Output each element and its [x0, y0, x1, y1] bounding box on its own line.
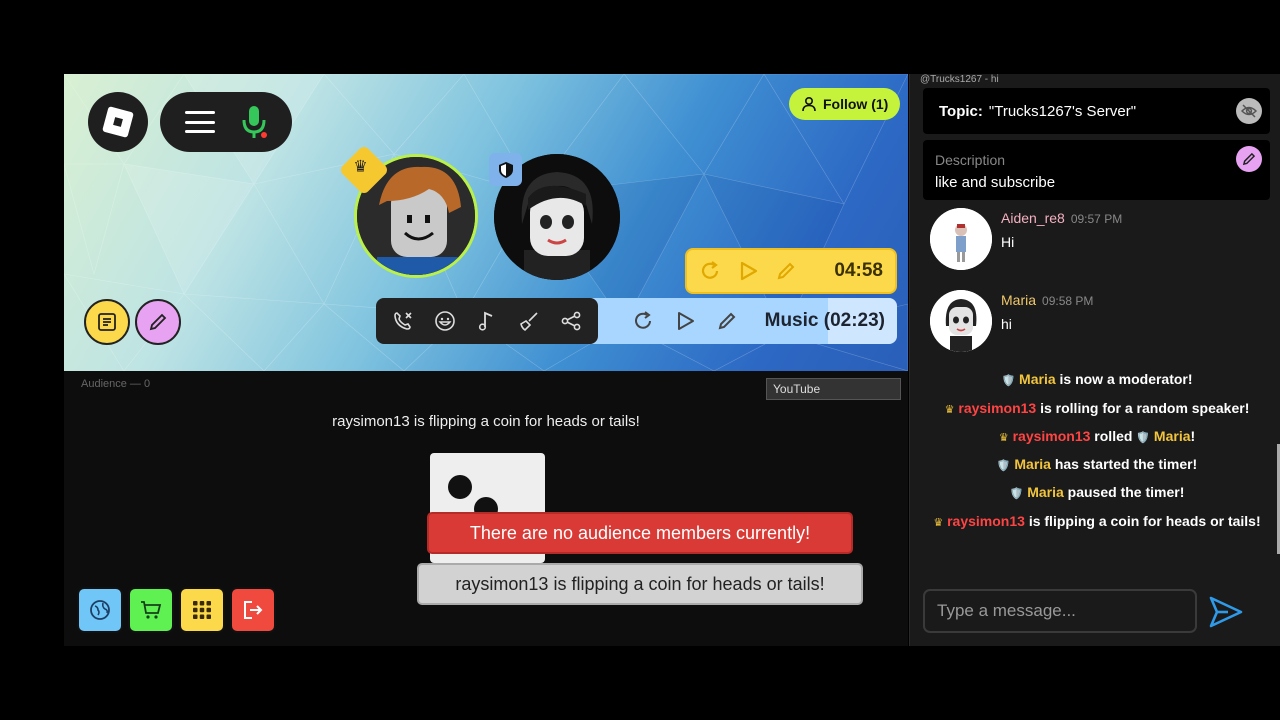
- app-frame: Follow (1) ♛ 04:58 Music (02:23) Audienc…: [0, 0, 1280, 720]
- shield-icon: 🛡️: [1001, 375, 1016, 387]
- cart-icon: [141, 601, 162, 619]
- system-message: 🛡️ Maria is now a moderator!: [1001, 371, 1193, 387]
- music-play-icon[interactable]: [674, 310, 696, 332]
- audience-area: Audience — 0 YouTube raysimon13 is flipp…: [64, 371, 908, 646]
- timer-panel: 04:58: [685, 248, 897, 294]
- leave-button[interactable]: [230, 587, 276, 633]
- grid-icon: [193, 601, 211, 619]
- music-note-icon[interactable]: [476, 310, 498, 332]
- youtube-input[interactable]: YouTube: [766, 378, 901, 400]
- globe-button[interactable]: [77, 587, 123, 633]
- globe-icon: [90, 600, 110, 620]
- chat-preview-text: - hi: [982, 74, 999, 85]
- crown-icon: ♛: [933, 517, 944, 529]
- emoji-icon[interactable]: [434, 310, 456, 332]
- hamburger-menu-icon[interactable]: [185, 111, 215, 133]
- edit-description-button[interactable]: [1236, 146, 1262, 172]
- shield-icon: 🛡️: [1009, 488, 1024, 500]
- description-panel: Description like and subscribe: [923, 140, 1270, 200]
- avatar[interactable]: [930, 290, 992, 352]
- music-edit-icon[interactable]: [716, 310, 738, 332]
- crown-icon: ♛: [998, 432, 1009, 444]
- message-text: Hi: [1001, 234, 1015, 250]
- action-toolbar: [376, 298, 598, 344]
- hide-topic-button[interactable]: [1236, 98, 1262, 124]
- shield-icon: 🛡️: [996, 460, 1011, 472]
- timer-value: 04:58: [834, 260, 883, 281]
- audience-count-label: Audience — 0: [81, 378, 151, 390]
- send-button[interactable]: [1206, 592, 1246, 632]
- message-author: Maria: [1001, 292, 1037, 308]
- error-toast: There are no audience members currently!: [427, 512, 853, 554]
- description-value: like and subscribe: [935, 174, 1056, 191]
- chat-preview-user: @Trucks1267: [920, 74, 983, 85]
- chat-message-input[interactable]: [923, 589, 1197, 633]
- menu-pill: [160, 92, 292, 152]
- play-timer-icon[interactable]: [737, 260, 759, 282]
- exit-icon: [244, 601, 263, 619]
- music-label: Music (02:23): [764, 310, 885, 331]
- coin-flip-message: raysimon13 is flipping a coin for heads …: [332, 413, 640, 430]
- chat-message: Maria 09:58 PM hi: [930, 290, 1270, 352]
- edit-timer-icon[interactable]: [775, 260, 797, 282]
- system-message: ♛ raysimon13 is rolling for a random spe…: [944, 400, 1250, 416]
- chat-preview-line: @Trucks1267 - hi: [920, 74, 999, 85]
- shop-button[interactable]: [128, 587, 174, 633]
- notes-icon: [98, 313, 116, 331]
- shield-icon: [489, 153, 522, 186]
- edit-button[interactable]: [135, 299, 181, 345]
- share-icon[interactable]: [560, 310, 582, 332]
- apps-button[interactable]: [179, 587, 225, 633]
- info-toast: raysimon13 is flipping a coin for heads …: [417, 563, 863, 605]
- follow-label: Follow (1): [823, 96, 889, 112]
- description-label: Description: [935, 152, 1006, 168]
- topic-panel: Topic: "Trucks1267's Server": [923, 88, 1270, 134]
- topic-value: "Trucks1267's Server": [988, 102, 1137, 120]
- follow-button[interactable]: Follow (1): [789, 88, 901, 120]
- avatar[interactable]: [930, 208, 992, 270]
- system-message: ♛ raysimon13 rolled 🛡️ Maria!: [998, 428, 1196, 444]
- message-time: 09:57 PM: [1070, 212, 1123, 226]
- music-panel: Music (02:23): [584, 298, 897, 344]
- music-reset-icon[interactable]: [632, 310, 654, 332]
- shield-icon: 🛡️: [1136, 432, 1151, 444]
- message-text: hi: [1001, 316, 1012, 332]
- crown-icon: ♛: [944, 404, 955, 416]
- system-message: ♛ raysimon13 is flipping a coin for head…: [933, 513, 1261, 529]
- microphone-icon[interactable]: [241, 105, 267, 139]
- send-icon: [1209, 596, 1243, 628]
- voice-stage: Follow (1) ♛ 04:58 Music (02:23): [64, 74, 908, 371]
- reset-timer-icon[interactable]: [699, 260, 721, 282]
- eye-off-icon: [1240, 104, 1258, 118]
- notes-button[interactable]: [84, 299, 130, 345]
- user-icon: [802, 96, 816, 112]
- roblox-home-button[interactable]: [88, 92, 148, 152]
- chat-panel: @Trucks1267 - hi Topic: "Trucks1267's Se…: [909, 74, 1280, 646]
- message-author: Aiden_re8: [1001, 210, 1065, 226]
- pencil-icon: [149, 313, 167, 331]
- system-message: 🛡️ Maria paused the timer!: [1009, 484, 1185, 500]
- pencil-icon: [1242, 152, 1256, 166]
- end-call-icon[interactable]: [392, 310, 414, 332]
- message-time: 09:58 PM: [1042, 294, 1094, 308]
- roblox-logo-icon: [102, 106, 134, 138]
- chat-message: Aiden_re8 09:57 PM Hi: [930, 208, 1270, 270]
- paintbrush-icon[interactable]: [518, 310, 540, 332]
- system-message: 🛡️ Maria has started the timer!: [996, 456, 1198, 472]
- topic-label: Topic:: [939, 102, 983, 120]
